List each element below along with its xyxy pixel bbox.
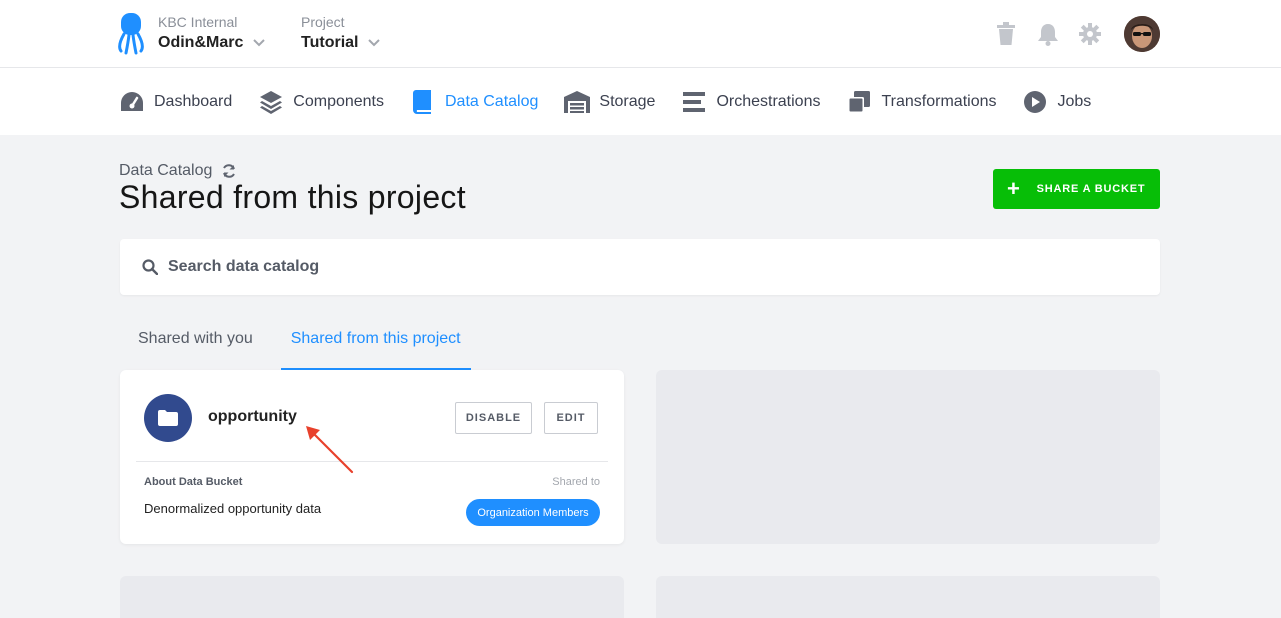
- nav-item-label: Data Catalog: [445, 92, 539, 110]
- bars-icon: [681, 90, 707, 114]
- tab-shared-from-this-project[interactable]: Shared from this project: [280, 316, 471, 370]
- avatar[interactable]: [1124, 16, 1160, 52]
- nav-item-label: Components: [293, 92, 384, 110]
- nav-item-label: Orchestrations: [716, 92, 821, 110]
- share-bucket-button-label: SHARE A BUCKET: [1036, 183, 1146, 195]
- trash-icon[interactable]: [994, 22, 1018, 46]
- layers-icon: [258, 90, 284, 114]
- nav-item-components[interactable]: Components: [258, 90, 384, 114]
- project-name: Tutorial: [301, 34, 359, 51]
- organization-label: KBC Internal: [158, 14, 238, 30]
- top-bar: KBC Internal Odin&Marc Project Tutorial: [0, 0, 1281, 68]
- page-title: Shared from this project: [119, 179, 466, 215]
- refresh-icon[interactable]: [222, 164, 236, 178]
- organization-switcher[interactable]: KBC Internal Odin&Marc: [158, 14, 266, 54]
- chevron-down-icon: [368, 39, 381, 47]
- main-navigation: Dashboard Components Data Catalog Storag…: [0, 68, 1281, 135]
- search-input[interactable]: Search data catalog: [120, 239, 1160, 295]
- bucket-card[interactable]: opportunity DISABLE EDIT About Data Buck…: [120, 370, 624, 544]
- nav-item-label: Transformations: [881, 92, 997, 110]
- about-label: About Data Bucket: [144, 476, 243, 488]
- breadcrumb-label[interactable]: Data Catalog: [119, 162, 212, 180]
- bucket-name[interactable]: opportunity: [208, 408, 297, 426]
- edit-button[interactable]: EDIT: [544, 402, 598, 434]
- nav-item-orchestrations[interactable]: Orchestrations: [681, 90, 820, 114]
- folder-icon: [144, 394, 192, 442]
- nav-item-dashboard[interactable]: Dashboard: [119, 90, 232, 114]
- nav-item-jobs[interactable]: Jobs: [1022, 90, 1091, 114]
- project-switcher[interactable]: Project Tutorial: [301, 14, 381, 54]
- disable-button[interactable]: DISABLE: [455, 402, 532, 434]
- tab-shared-with-you[interactable]: Shared with you: [120, 316, 271, 370]
- copy-icon: [846, 90, 872, 114]
- search-placeholder: Search data catalog: [168, 258, 320, 275]
- nav-item-data-catalog[interactable]: Data Catalog: [410, 89, 539, 114]
- card-placeholder: [656, 370, 1160, 544]
- breadcrumb: Data Catalog: [119, 162, 236, 180]
- share-bucket-button[interactable]: + SHARE A BUCKET: [993, 169, 1160, 209]
- dashboard-icon: [119, 90, 145, 114]
- card-placeholder: [120, 576, 624, 618]
- keboola-logo-icon[interactable]: [118, 13, 146, 55]
- card-placeholder: [656, 576, 1160, 618]
- catalog-tabs: Shared with you Shared from this project: [120, 316, 471, 370]
- nav-item-transformations[interactable]: Transformations: [846, 90, 996, 114]
- search-icon: [142, 259, 158, 275]
- annotation-arrow: [306, 426, 354, 474]
- bell-icon[interactable]: [1036, 22, 1060, 46]
- chevron-down-icon: [253, 39, 266, 47]
- nav-item-storage[interactable]: Storage: [564, 90, 655, 114]
- nav-item-label: Storage: [599, 92, 656, 110]
- project-label: Project: [301, 14, 345, 30]
- shared-to-label: Shared to: [552, 476, 600, 488]
- shared-to-badge: Organization Members: [466, 499, 600, 526]
- plus-icon: +: [1007, 176, 1021, 201]
- play-icon: [1022, 90, 1048, 114]
- divider: [136, 461, 608, 462]
- nav-item-label: Dashboard: [154, 92, 233, 110]
- bucket-description: Denormalized opportunity data: [144, 501, 322, 516]
- nav-item-label: Jobs: [1057, 92, 1092, 110]
- gear-icon[interactable]: [1078, 22, 1102, 46]
- organization-name: Odin&Marc: [158, 34, 244, 51]
- book-icon: [410, 89, 436, 114]
- warehouse-icon: [564, 90, 591, 114]
